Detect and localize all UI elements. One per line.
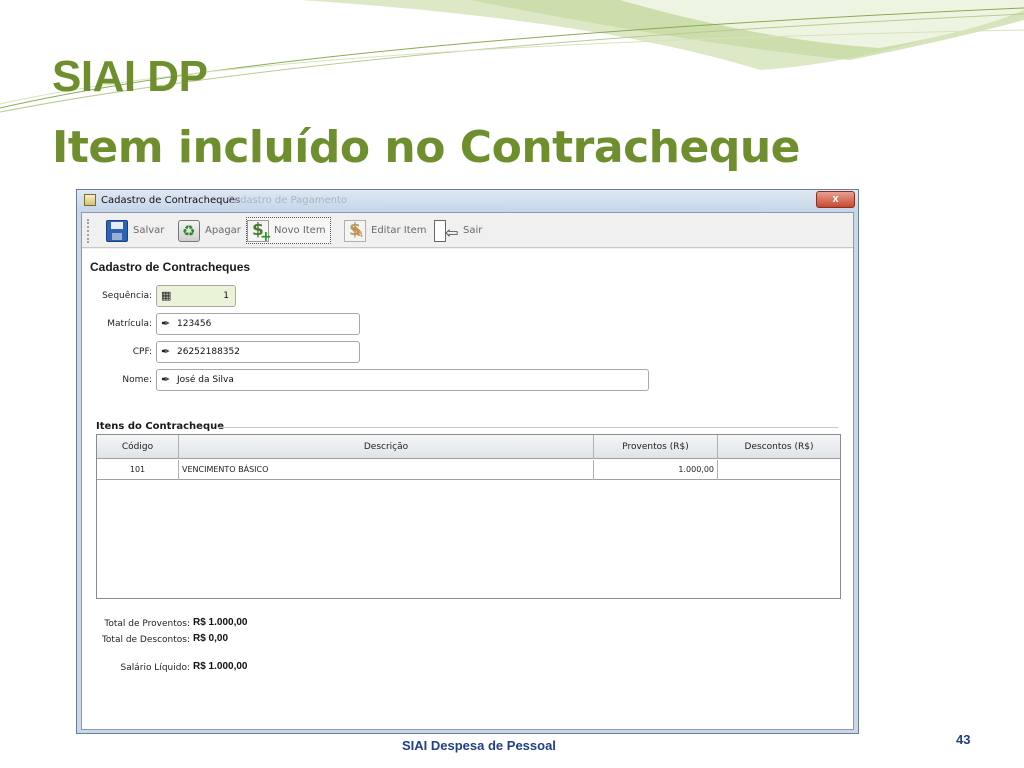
delete-button[interactable]: Apagar [178, 217, 241, 244]
page-number: 43 [956, 732, 971, 747]
cpf-label: CPF: [132, 347, 152, 357]
pen-icon: ✒ [161, 345, 171, 358]
column-header[interactable]: Proventos (R$) [594, 435, 718, 459]
table-header: Código Descrição Proventos (R$) Desconto… [97, 435, 840, 459]
nome-label: Nome: [122, 375, 152, 385]
salario-liquido-label: Salário Líquido: [120, 663, 191, 673]
window-title-ghost: Cadastro de Pagamento [227, 195, 348, 206]
edit-money-icon [344, 219, 366, 242]
new-item-button[interactable]: Novo Item [246, 217, 331, 245]
cell-descontos [718, 460, 840, 480]
app-window: Cadastro de Contracheques Cadastro de Pa… [76, 189, 859, 734]
recycle-bin-icon [178, 219, 200, 242]
close-button[interactable]: x [816, 191, 855, 208]
matricula-label: Matrícula: [107, 319, 152, 329]
window-title: Cadastro de Contracheques [101, 195, 241, 206]
column-header[interactable]: Descontos (R$) [718, 435, 840, 459]
exit-label: Sair [463, 225, 483, 236]
slide-title: SIAI DP [52, 52, 208, 101]
slide-subtitle: Item incluído no Contracheque [52, 122, 800, 173]
cell-proventos: 1.000,00 [594, 460, 718, 480]
toolbar-grip[interactable] [87, 219, 91, 243]
total-proventos-value: R$ 1.000,00 [193, 617, 248, 628]
total-descontos-value: R$ 0,00 [193, 633, 229, 644]
table-row[interactable]: 101 VENCIMENTO BÁSICO 1.000,00 [97, 460, 840, 480]
slide: SIAI DP Item incluído no Contracheque Ca… [0, 0, 1024, 768]
cpf-value: 26252188352 [177, 347, 240, 357]
floppy-disk-icon [106, 219, 128, 242]
nome-field[interactable]: ✒ José da Silva [156, 369, 649, 391]
save-button[interactable]: Salvar [106, 217, 164, 244]
exit-door-icon [434, 219, 458, 242]
slide-footer: SIAI Despesa de Pessoal [402, 738, 556, 753]
column-header[interactable]: Descrição [179, 435, 594, 459]
column-header[interactable]: Código [97, 435, 179, 459]
items-section-title: Itens do Contracheque [96, 421, 225, 432]
add-money-icon [247, 219, 272, 245]
window-body: Salvar Apagar Novo Item Editar Item Sair [81, 212, 854, 730]
nome-value: José da Silva [177, 375, 234, 385]
app-icon [84, 194, 96, 206]
form-title: Cadastro de Contracheques [90, 260, 251, 274]
window-titlebar[interactable]: Cadastro de Contracheques Cadastro de Pa… [77, 190, 858, 212]
sequencia-value: 1 [223, 291, 229, 301]
matricula-value: 123456 [177, 319, 212, 329]
matricula-field[interactable]: ✒ 123456 [156, 313, 360, 335]
toolbar: Salvar Apagar Novo Item Editar Item Sair [82, 213, 853, 248]
pen-icon: ✒ [161, 317, 171, 330]
edit-item-label: Editar Item [371, 225, 427, 236]
calculator-icon: ▦ [161, 289, 172, 302]
delete-label: Apagar [205, 225, 241, 236]
pen-icon: ✒ [161, 373, 171, 386]
section-divider [218, 427, 838, 428]
cell-codigo: 101 [97, 460, 179, 480]
cell-descricao: VENCIMENTO BÁSICO [179, 460, 594, 480]
save-label: Salvar [133, 225, 165, 236]
sequencia-label: Sequência: [102, 291, 152, 301]
new-item-label: Novo Item [274, 225, 326, 236]
sequencia-field[interactable]: ▦ 1 [156, 285, 236, 307]
exit-button[interactable]: Sair [434, 217, 482, 244]
total-proventos-label: Total de Proventos: [104, 619, 190, 629]
salario-liquido-value: R$ 1.000,00 [193, 661, 248, 672]
total-descontos-label: Total de Descontos: [101, 635, 190, 645]
form-panel: Cadastro de Contracheques Sequência: ▦ 1… [82, 249, 853, 729]
items-table[interactable]: Código Descrição Proventos (R$) Desconto… [96, 434, 841, 599]
edit-item-button[interactable]: Editar Item [344, 217, 427, 244]
cpf-field[interactable]: ✒ 26252188352 [156, 341, 360, 363]
